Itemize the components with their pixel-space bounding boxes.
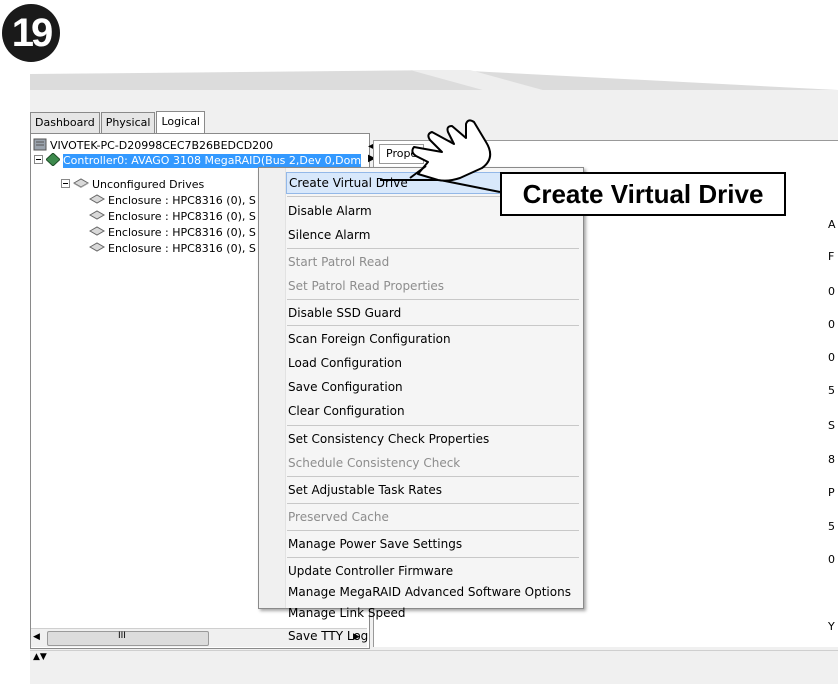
property-value: 8: [828, 453, 835, 466]
server-icon: [33, 138, 47, 155]
property-value: S: [828, 419, 835, 432]
tree-enclosure-node[interactable]: Enclosure : HPC8316 (0), S: [88, 225, 256, 241]
property-value: 0: [828, 351, 835, 364]
menu-item-disable-ssd-guard[interactable]: Disable SSD Guard: [288, 303, 401, 323]
menu-separator: [287, 476, 579, 477]
collapse-toggle-icon[interactable]: [61, 178, 70, 192]
menu-item-schedule-consistency-check[interactable]: Schedule Consistency Check: [288, 453, 460, 473]
callout-label: Create Virtual Drive: [500, 172, 786, 216]
status-strip: ▲▼: [30, 650, 838, 679]
drive-icon: [88, 225, 106, 241]
enclosure-label: Enclosure : HPC8316 (0), S: [108, 226, 256, 239]
tree-enclosure-node[interactable]: Enclosure : HPC8316 (0), S: [88, 241, 256, 257]
tree-enclosure-node[interactable]: Enclosure : HPC8316 (0), S: [88, 193, 256, 209]
unconfigured-label: Unconfigured Drives: [92, 178, 205, 191]
host-label: VIVOTEK-PC-D20998CEC7B26BEDCD200: [50, 139, 274, 152]
splitter-arrows-icon[interactable]: ▲▼: [33, 653, 47, 662]
drive-icon: [88, 241, 106, 257]
scrollbar-thumb[interactable]: III: [47, 631, 209, 646]
property-value: 0: [828, 318, 835, 331]
menu-item-start-patrol-read[interactable]: Start Patrol Read: [288, 252, 389, 272]
menu-item-load-configuration[interactable]: Load Configuration: [288, 353, 402, 373]
menu-separator: [287, 530, 579, 531]
enclosure-label: Enclosure : HPC8316 (0), S: [108, 210, 256, 223]
menu-item-silence-alarm[interactable]: Silence Alarm: [288, 225, 370, 245]
controller-icon: [45, 151, 61, 170]
tab-logical[interactable]: Logical: [156, 111, 205, 133]
menu-item-save-tty-log[interactable]: Save TTY Log: [288, 626, 368, 646]
scroll-left-icon[interactable]: ◀: [33, 632, 40, 642]
enclosure-label: Enclosure : HPC8316 (0), S: [108, 242, 256, 255]
menu-separator: [287, 248, 579, 249]
drive-icon: [72, 177, 90, 193]
menu-separator: [287, 325, 579, 326]
tree-enclosure-node[interactable]: Enclosure : HPC8316 (0), S: [88, 209, 256, 225]
menu-item-set-adjustable-task-rates[interactable]: Set Adjustable Task Rates: [288, 480, 442, 500]
menu-item-scan-foreign-configuration[interactable]: Scan Foreign Configuration: [288, 329, 451, 349]
tree-controller-node[interactable]: Controller0: AVAGO 3108 MegaRAID(Bus 2,D…: [34, 151, 362, 170]
property-value: 0: [828, 553, 835, 566]
menu-separator: [287, 425, 579, 426]
property-value: A: [828, 218, 836, 231]
tab-dashboard[interactable]: Dashboard: [30, 112, 100, 133]
controller-label: Controller0: AVAGO 3108 MegaRAID(Bus 2,D…: [63, 154, 362, 168]
menu-item-disable-alarm[interactable]: Disable Alarm: [288, 201, 372, 221]
collapse-toggle-icon[interactable]: [34, 154, 43, 168]
menu-icon-gutter: [259, 168, 286, 608]
menu-item-set-patrol-read-properties[interactable]: Set Patrol Read Properties: [288, 276, 444, 296]
enclosure-label: Enclosure : HPC8316 (0), S: [108, 194, 256, 207]
menu-separator: [287, 503, 579, 504]
controller-context-menu: Create Virtual Drive Disable Alarm Silen…: [258, 167, 584, 643]
menu-separator: [287, 557, 579, 558]
hand-pointer-icon: [409, 119, 492, 182]
property-value: F: [828, 250, 835, 263]
tab-physical[interactable]: Physical: [100, 112, 156, 133]
property-value: 5: [828, 384, 835, 397]
step-number-badge: 19: [2, 4, 60, 62]
property-value: 0: [828, 285, 835, 298]
menu-item-clear-configuration[interactable]: Clear Configuration: [288, 401, 405, 421]
menu-item-update-controller-firmware[interactable]: Update Controller Firmware: [288, 561, 453, 581]
menu-item-save-configuration[interactable]: Save Configuration: [288, 377, 403, 397]
menu-item-preserved-cache[interactable]: Preserved Cache: [288, 507, 389, 527]
drive-icon: [88, 193, 106, 209]
property-value: Y: [828, 620, 835, 633]
drive-icon: [88, 209, 106, 225]
menu-item-manage-link-speed[interactable]: Manage Link Speed: [288, 603, 406, 623]
menu-item-manage-power-save-settings[interactable]: Manage Power Save Settings: [288, 534, 462, 554]
scrollbar-grip: III: [118, 631, 126, 641]
tree-host-node[interactable]: VIVOTEK-PC-D20998CEC7B26BEDCD200: [33, 138, 274, 155]
menu-item-manage-megaraid-advanced-software-options[interactable]: Manage MegaRAID Advanced Software Option…: [288, 582, 571, 602]
menu-separator: [287, 299, 579, 300]
tree-unconfigured-node[interactable]: Unconfigured Drives: [61, 177, 205, 193]
property-value: 5: [828, 520, 835, 533]
menu-item-set-consistency-check-properties[interactable]: Set Consistency Check Properties: [288, 429, 489, 449]
property-value: P: [828, 486, 835, 499]
view-tabs: Dashboard Physical Logical: [30, 111, 206, 134]
